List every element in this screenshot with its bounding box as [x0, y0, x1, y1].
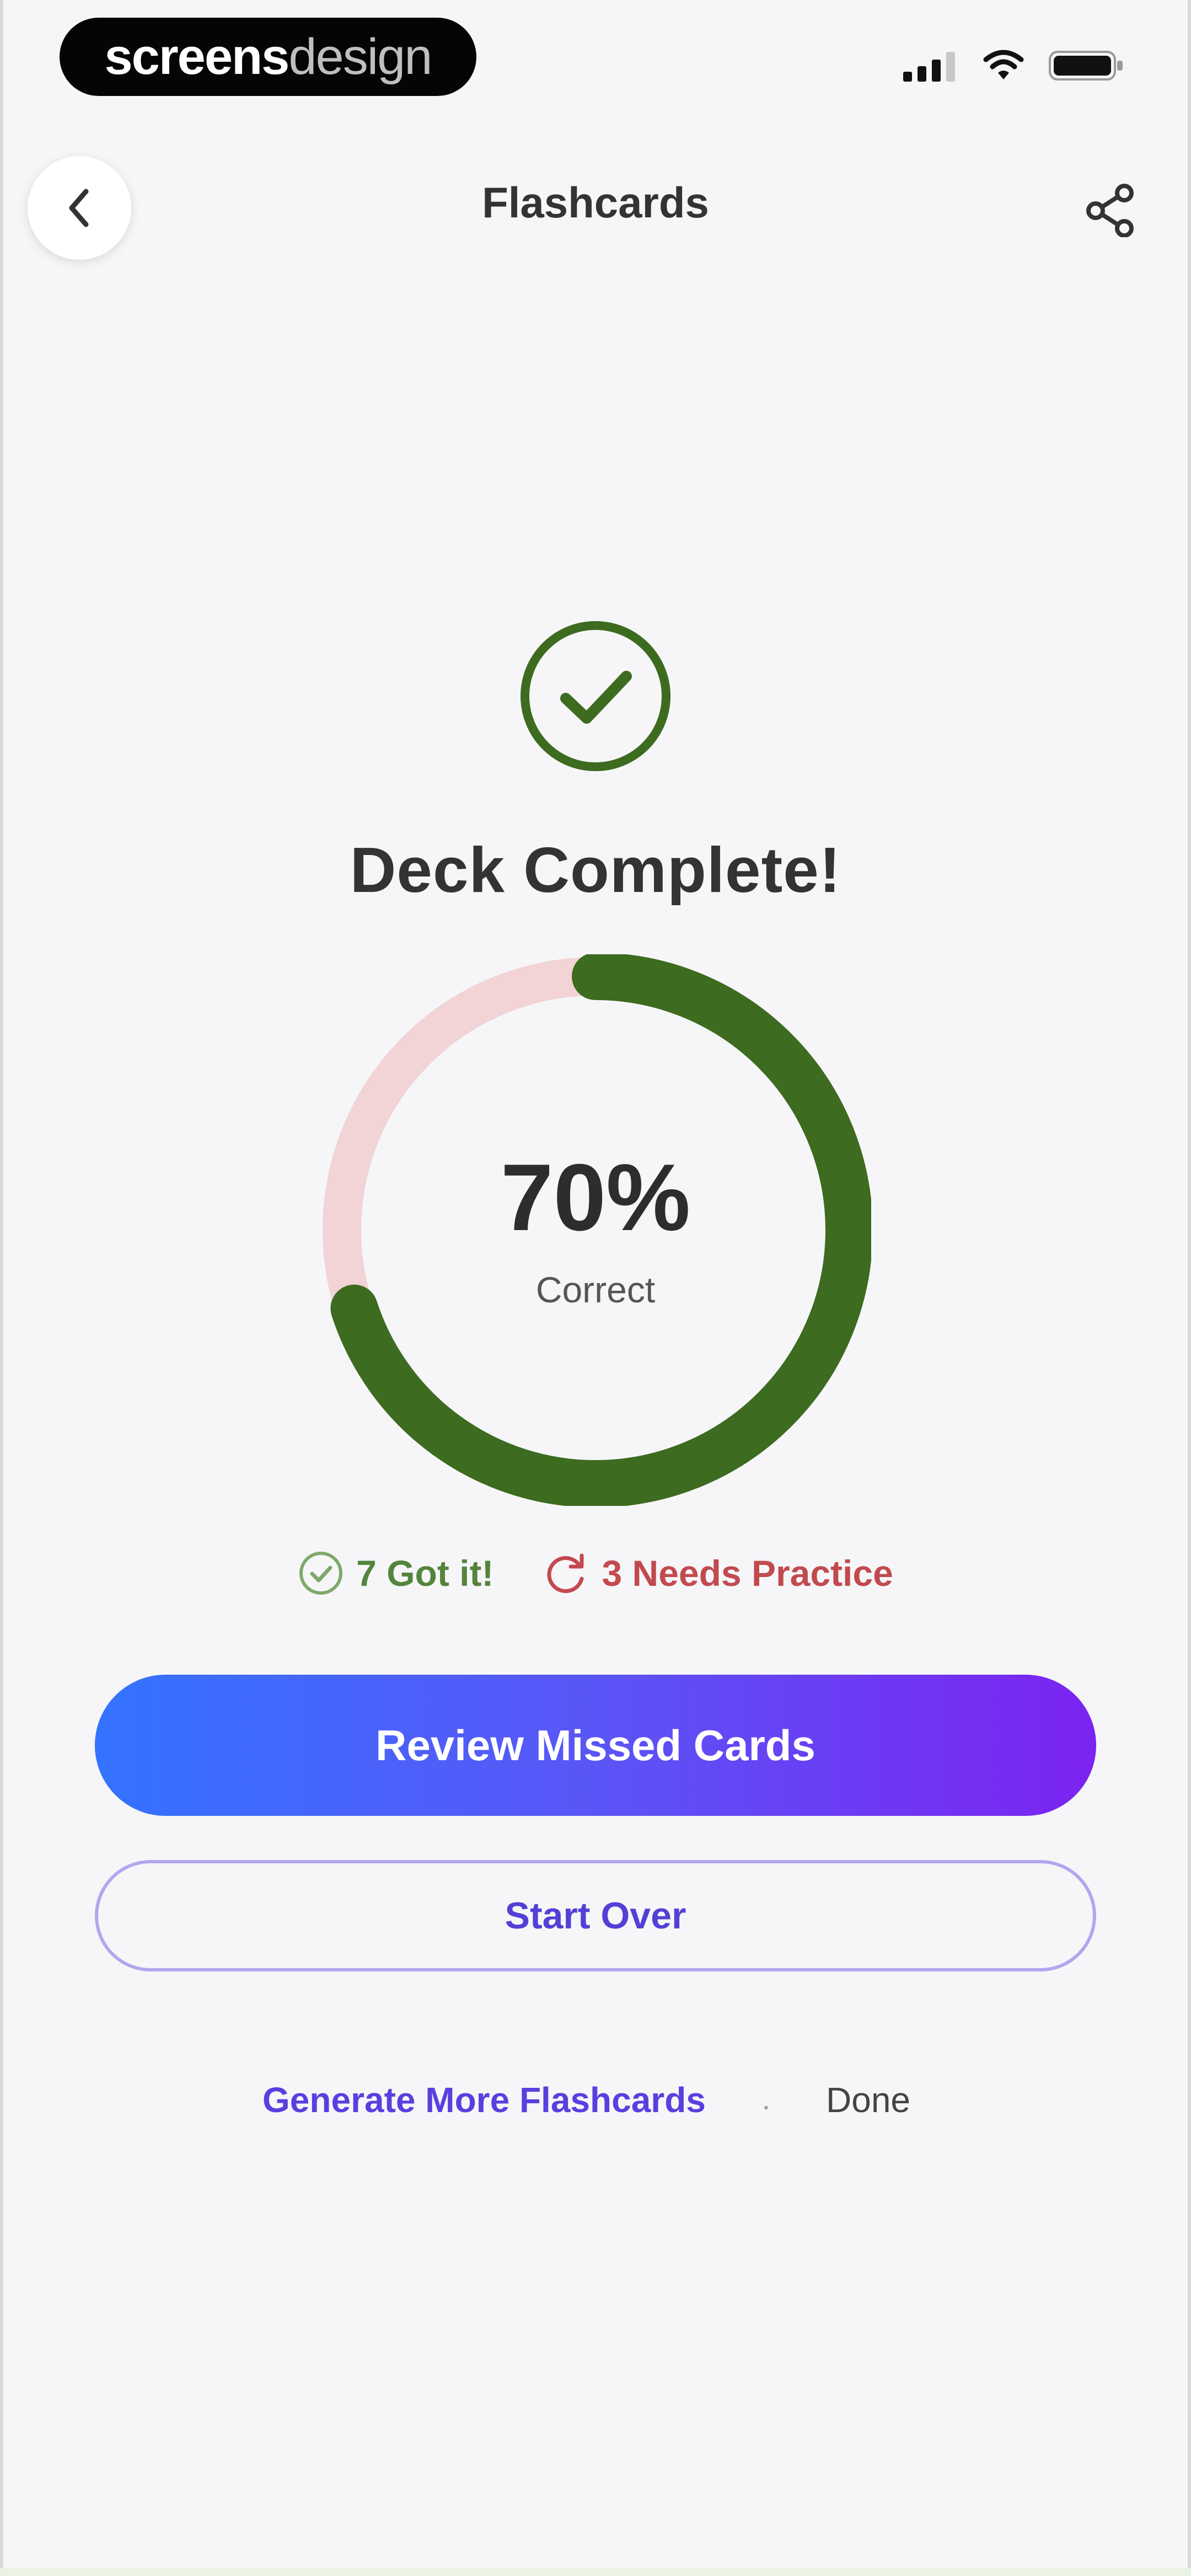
- check-circle-small-icon: [299, 1552, 343, 1595]
- status-icons: [903, 49, 1125, 82]
- share-icon: [1086, 184, 1134, 237]
- review-missed-cards-button[interactable]: Review Missed Cards: [95, 1675, 1096, 1816]
- brand-bold-text: screens: [104, 29, 290, 85]
- status-bar: screensdesign: [0, 0, 1191, 110]
- stats-row: 7 Got it! 3 Needs Practice: [0, 1550, 1191, 1596]
- frame-edge-bottom: [0, 2568, 1191, 2576]
- share-button[interactable]: [1081, 179, 1141, 240]
- check-circle-icon: [521, 621, 670, 771]
- retry-icon: [547, 1553, 584, 1593]
- generate-more-flashcards-link[interactable]: Generate More Flashcards: [262, 2080, 706, 2120]
- brand-light-text: design: [288, 29, 432, 85]
- score-caption: Correct: [535, 1269, 656, 1310]
- wifi-icon: [983, 50, 1024, 79]
- got-it-label: 7 Got it!: [356, 1553, 494, 1594]
- needs-practice-stat: 3 Needs Practice: [543, 1550, 893, 1596]
- cellular-signal-icon: [903, 52, 955, 82]
- brand-logo: screensdesign: [60, 18, 476, 96]
- start-over-button[interactable]: Start Over: [95, 1860, 1096, 1971]
- deck-complete-title: Deck Complete!: [350, 834, 841, 906]
- got-it-stat: 7 Got it!: [298, 1550, 493, 1596]
- page-title: Flashcards: [482, 178, 709, 227]
- needs-practice-label: 3 Needs Practice: [602, 1553, 893, 1594]
- done-link[interactable]: Done: [826, 2080, 910, 2120]
- link-separator: ·: [761, 2088, 771, 2123]
- battery-icon: [1049, 51, 1123, 81]
- score-percent: 70%: [500, 1145, 691, 1250]
